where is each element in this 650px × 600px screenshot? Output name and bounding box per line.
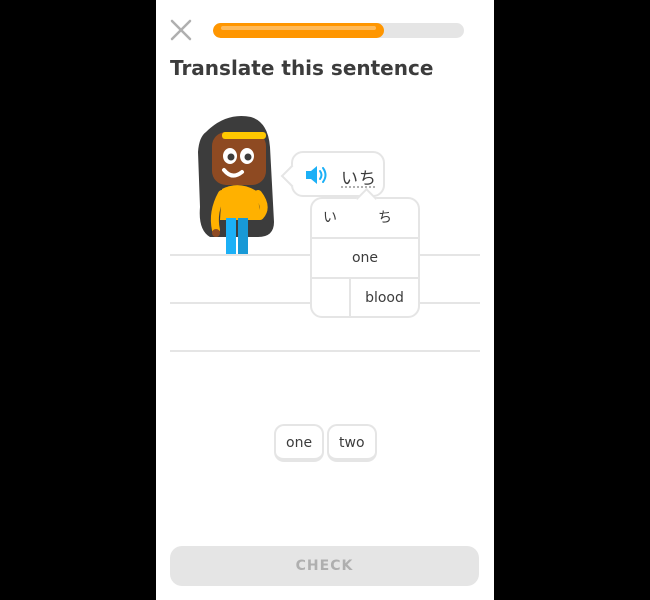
hint-characters-row: い ち [312, 199, 418, 237]
word-tile-two[interactable]: two [327, 424, 377, 462]
close-icon[interactable] [170, 19, 192, 41]
hint-translation-row: blood [312, 277, 418, 317]
lesson-screen: Translate this sentence いち い ち one blood… [156, 0, 494, 600]
hint-translation: blood [365, 290, 404, 306]
speech-bubble: いち [280, 151, 385, 197]
speaker-icon[interactable] [304, 164, 330, 186]
progress-bar [213, 23, 464, 38]
hint-character: ち [378, 210, 392, 226]
page-title: Translate this sentence [170, 56, 434, 80]
progress-bar-fill [213, 23, 384, 38]
word-tile-one[interactable]: one [274, 424, 325, 462]
hint-character: い [323, 210, 337, 226]
hint-translation: one [351, 250, 379, 266]
character-illustration [196, 112, 278, 255]
hint-translation-row: one [312, 237, 418, 277]
answer-line [170, 350, 480, 352]
hint-underline [341, 186, 375, 188]
check-button[interactable]: CHECK [170, 546, 479, 586]
hint-popup: い ち one blood [310, 187, 420, 318]
